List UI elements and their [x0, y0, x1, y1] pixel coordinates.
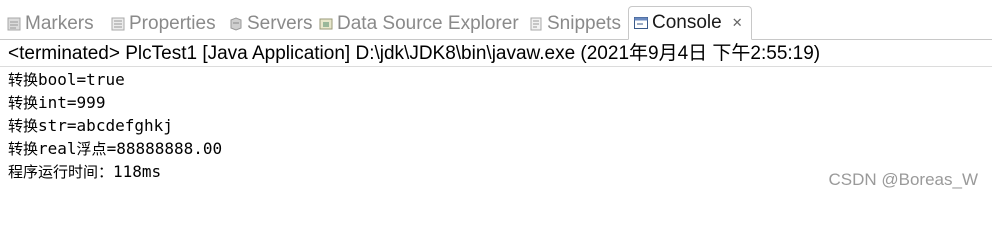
console-icon [633, 15, 649, 31]
console-process-header: <terminated> PlcTest1 [Java Application]… [8, 43, 821, 64]
console-line: 转换bool=true [8, 70, 125, 89]
tab-properties[interactable]: Properties [110, 8, 216, 40]
close-icon[interactable]: ✕ [732, 15, 743, 31]
tab-markers[interactable]: Markers [6, 8, 94, 40]
data-source-explorer-icon [318, 16, 334, 32]
tab-servers[interactable]: Servers [228, 8, 312, 40]
console-line: 程序运行时间：118ms [8, 162, 162, 181]
tab-snippets[interactable]: Snippets [528, 8, 621, 40]
divider [0, 66, 992, 67]
snippets-icon [528, 16, 544, 32]
tab-label: Properties [129, 13, 216, 34]
tab-label: Snippets [547, 13, 621, 34]
properties-icon [110, 16, 126, 32]
console-output: 转换bool=true 转换int=999 转换str=abcdefghkj 转… [8, 68, 222, 183]
console-line: 转换int=999 [8, 93, 106, 112]
tab-label: Markers [25, 13, 94, 34]
view-tab-bar: Markers Properties Servers Data Source E… [0, 0, 992, 40]
tab-label: Data Source Explorer [337, 13, 519, 34]
console-line: 转换real浮点=88888888.00 [8, 139, 223, 158]
markers-icon [6, 16, 22, 32]
tab-data-source-explorer[interactable]: Data Source Explorer [318, 8, 519, 40]
servers-icon [228, 16, 244, 32]
console-line: 转换str=abcdefghkj [8, 116, 173, 135]
watermark: CSDN @Boreas_W [828, 170, 978, 189]
tab-console[interactable]: Console ✕ [628, 6, 752, 40]
tab-label: Servers [247, 13, 313, 34]
tab-label: Console [652, 12, 722, 33]
